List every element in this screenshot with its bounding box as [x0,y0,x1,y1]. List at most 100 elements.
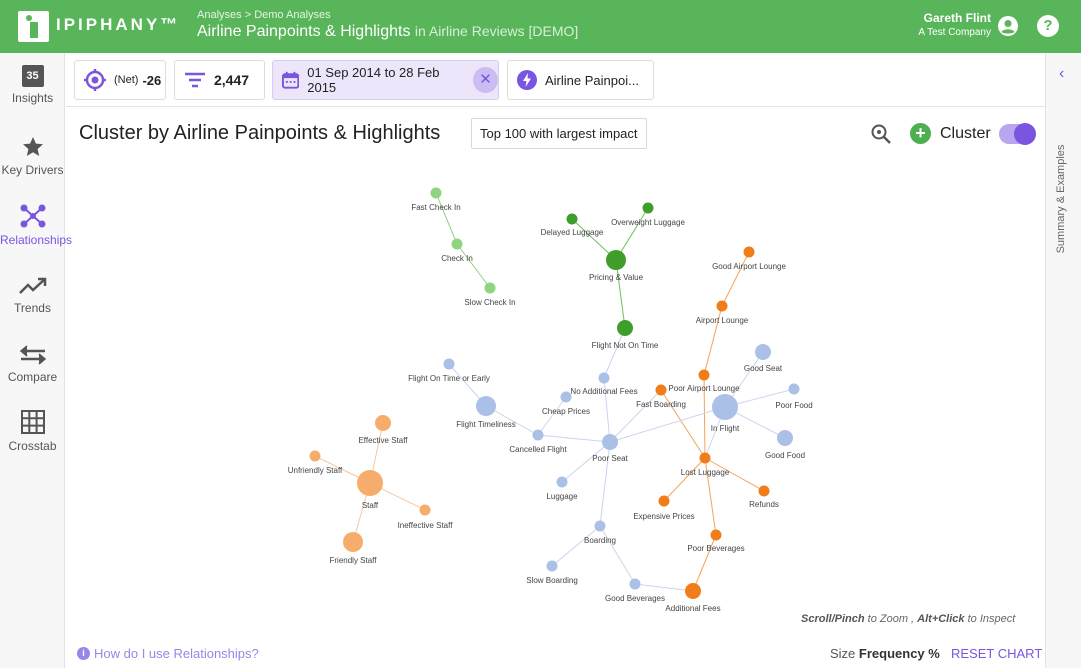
relationship-graph[interactable]: Fast Check In Check In Slow Check In Delaye… [66,150,1045,640]
account-icon[interactable] [997,15,1019,37]
interaction-hint: Scroll/Pinch to Zoom , Alt+Click to Insp… [801,613,1015,625]
node-unfriendly-staff[interactable] [309,450,321,462]
top-n-selector[interactable]: Top 100 with largest impact [471,118,647,149]
node-label-friendly-staff: Friendly Staff [330,556,378,565]
node-flight-on-time-or-early[interactable] [443,358,455,370]
sidebar-item-label: Key Drivers [1,163,64,177]
date-range-chip[interactable]: 01 Sep 2014 to 28 Feb 2015 ✕ [272,60,499,100]
node-label-poor-seat: Poor Seat [592,454,628,463]
node-pricing-value[interactable] [606,250,626,270]
node-additional-fees[interactable] [685,583,701,599]
ipiphany-logo-icon[interactable] [18,11,49,42]
node-label-refunds: Refunds [749,500,779,509]
node-label-cancelled-flight: Cancelled Flight [509,445,567,454]
reset-chart-button[interactable]: RESET CHART [951,646,1042,661]
node-fast-check-in[interactable] [430,187,442,199]
node-refunds[interactable] [758,485,770,497]
filter-bar: (Net) -26 2,447 01 Sep 2014 to 28 Feb 20… [66,53,1045,107]
node-lost-luggage[interactable] [699,452,711,464]
howto-link[interactable]: i How do I use Relationships? [77,646,259,661]
node-flight-not-on-time[interactable] [617,320,633,336]
grid-icon [20,410,45,434]
hint-zoom-text: to Zoom , [864,613,918,625]
cluster-label: Cluster [940,125,991,142]
user-info[interactable]: Gareth Flint A Test Company [918,11,991,38]
node-label-cheap-prices: Cheap Prices [542,407,590,416]
cluster-toggle[interactable] [999,123,1036,145]
breadcrumb-analyses[interactable]: Analyses [197,9,242,21]
close-icon[interactable]: ✕ [473,67,498,93]
node-label-good-beverages: Good Beverages [605,594,665,603]
sidebar-item-compare[interactable]: Compare [0,344,65,384]
node-expensive-prices[interactable] [658,495,670,507]
node-good-seat[interactable] [755,344,771,360]
add-cluster-icon[interactable]: + [910,123,931,144]
node-label-unfriendly-staff: Unfriendly Staff [288,466,343,475]
compare-arrows-icon [19,345,46,365]
node-boarding[interactable] [594,520,606,532]
sidebar-item-insights[interactable]: 35 Insights [0,65,65,105]
node-label-lost-luggage: Lost Luggage [681,468,730,477]
node-good-food[interactable] [777,430,793,446]
sidebar-item-key-drivers[interactable]: Key Drivers [0,135,65,177]
node-label-check-in: Check In [441,254,473,263]
node-luggage[interactable] [556,476,568,488]
cluster-toggle-knob[interactable] [1014,123,1036,145]
node-label-expensive-prices: Expensive Prices [633,512,694,521]
graph-edge [456,243,491,289]
node-ineffective-staff[interactable] [419,504,431,516]
size-selector[interactable]: Size Frequency % [830,646,940,661]
calendar-icon [282,71,300,89]
node-delayed-luggage[interactable] [566,213,578,225]
node-friendly-staff[interactable] [343,532,363,552]
sidebar-item-relationships[interactable]: Relationships [0,203,72,247]
insights-count-badge: 35 [21,65,44,87]
node-no-additional-fees[interactable] [598,372,610,384]
node-cancelled-flight[interactable] [532,429,544,441]
node-overweight-luggage[interactable] [642,202,654,214]
net-score-chip[interactable]: (Net) -26 [74,60,166,100]
node-effective-staff[interactable] [375,415,391,431]
sidebar-item-crosstab[interactable]: Crosstab [0,409,65,453]
node-poor-beverages[interactable] [710,529,722,541]
node-label-slow-check-in: Slow Check In [464,298,515,307]
node-good-beverages[interactable] [629,578,641,590]
node-label-overweight-luggage: Overweight Luggage [611,218,685,227]
summary-examples-label[interactable]: Summary & Examples [1055,144,1067,254]
star-icon [22,137,43,156]
zoom-inspect-icon[interactable] [870,123,892,145]
model-chip[interactable]: Airline Painpoi... [507,60,654,100]
node-label-delayed-luggage: Delayed Luggage [541,228,604,237]
node-flight-timeliness[interactable] [476,396,496,416]
node-poor-seat[interactable] [602,434,618,450]
node-label-poor-beverages: Poor Beverages [687,544,744,553]
help-icon[interactable]: ? [1037,15,1059,37]
date-range-text: 01 Sep 2014 to 28 Feb 2015 [307,65,440,95]
node-fast-boarding[interactable] [655,384,667,396]
node-poor-food[interactable] [788,383,800,395]
graph-edge [663,457,706,502]
logo-text[interactable]: IPIPHANY™ [56,15,180,35]
breadcrumb-demo-analyses[interactable]: Demo Analyses [254,9,330,21]
node-poor-airport-lounge[interactable] [698,369,710,381]
graph-edge [599,525,636,585]
filter-count-chip[interactable]: 2,447 [174,60,265,100]
node-staff[interactable] [357,470,383,496]
top-bar: IPIPHANY™ Analyses > Demo Analyses Airli… [0,0,1081,53]
node-check-in[interactable] [451,238,463,250]
model-name: Airline Painpoi... [545,72,639,88]
user-company: A Test Company [918,27,991,38]
size-prefix: Size [830,646,856,661]
chevron-left-icon[interactable]: ‹ [1059,65,1064,83]
node-label-boarding: Boarding [584,536,616,545]
summary-examples-panel[interactable]: ‹ Summary & Examples [1045,53,1081,668]
node-label-good-food: Good Food [765,451,805,460]
sidebar-item-trends[interactable]: Trends [0,275,65,315]
node-airport-lounge[interactable] [716,300,728,312]
analysis-context[interactable]: in Airline Reviews [DEMO] [415,23,578,39]
node-slow-boarding[interactable] [546,560,558,572]
node-good-airport-lounge[interactable] [743,246,755,258]
node-in-flight[interactable] [712,394,738,420]
node-label-flight-timeliness: Flight Timeliness [456,420,516,429]
node-slow-check-in[interactable] [484,282,496,294]
